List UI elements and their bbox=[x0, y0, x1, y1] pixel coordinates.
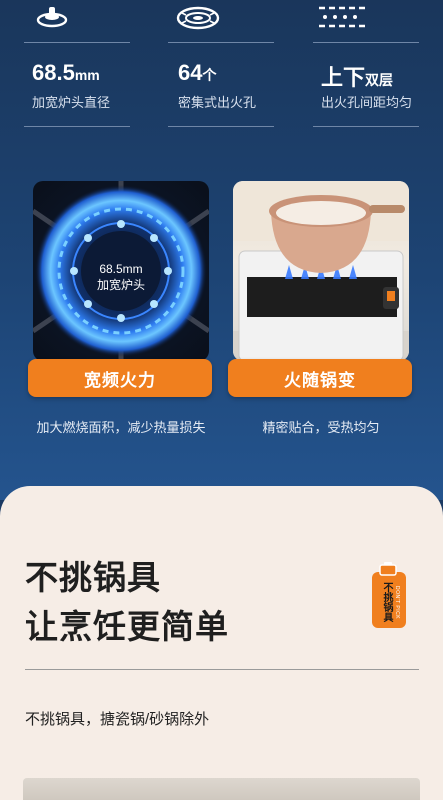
spec-double-layer: 上下双层 出火孔间距均匀 bbox=[313, 0, 443, 130]
spec-label: 加宽炉头直径 bbox=[32, 95, 111, 110]
spec-top-divider bbox=[24, 42, 130, 43]
section-divider bbox=[25, 669, 419, 670]
feature-caption: 加大燃烧面积，减少热量损失 bbox=[36, 420, 206, 435]
spec-bottom-divider bbox=[168, 126, 274, 127]
burner-flame-photo: 68.5mm 加宽炉头 bbox=[33, 181, 209, 361]
spec-bottom-divider bbox=[313, 126, 419, 127]
section-headline-line1: 不挑锅具 bbox=[25, 559, 161, 596]
feature-caption: 精密贴合，受热均匀 bbox=[262, 420, 380, 435]
spec-value: 64个 bbox=[178, 60, 217, 85]
spec-fire-holes: 64个 密集式出火孔 bbox=[168, 0, 308, 130]
spec-value: 上下双层 bbox=[321, 65, 394, 90]
spec-label: 密集式出火孔 bbox=[178, 95, 257, 110]
burner-diameter-label: 68.5mm 加宽炉头 bbox=[96, 262, 145, 292]
spec-top-divider bbox=[313, 42, 419, 43]
section-headline-line2: 让烹饪更简单 bbox=[25, 608, 229, 645]
spec-top-divider bbox=[168, 42, 274, 43]
feature-title-wide-fire: 宽频火力 bbox=[28, 359, 212, 397]
burner-ring-icon bbox=[176, 6, 220, 30]
feature-title-fire-follows-pot: 火随锅变 bbox=[228, 359, 412, 397]
spec-burner-diameter: 68.5mm 加宽炉头直径 bbox=[24, 0, 164, 130]
burner-cap-icon bbox=[36, 7, 68, 28]
pot-on-stove-photo bbox=[233, 181, 409, 361]
next-section-photo-edge bbox=[23, 778, 420, 800]
badge-label: 不挑锅具 bbox=[381, 582, 392, 622]
spec-bottom-divider bbox=[24, 126, 130, 127]
flame-holes-icon bbox=[319, 6, 365, 28]
spec-label: 出火孔间距均匀 bbox=[321, 95, 413, 110]
spec-value: 68.5mm bbox=[32, 60, 100, 85]
section-subtext: 不挑锅具，搪瓷锅/砂锅除外 bbox=[25, 711, 210, 728]
pot-stove-illustration bbox=[233, 181, 409, 361]
badge-side-label: DON'T PICK bbox=[394, 586, 400, 620]
pot-icon bbox=[379, 562, 397, 576]
